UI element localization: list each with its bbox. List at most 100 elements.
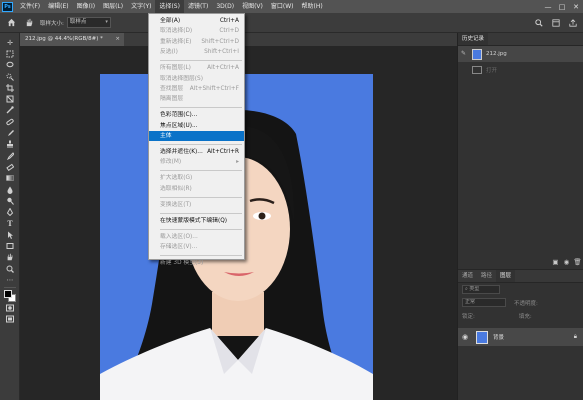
- menu-3[interactable]: 图层(L): [99, 0, 127, 13]
- search-icon[interactable]: [532, 17, 545, 30]
- history-panel-actions: ▣ ◉ 🗑: [458, 256, 583, 268]
- pen-tool-icon[interactable]: [0, 206, 20, 217]
- move-tool-icon[interactable]: ✛: [0, 37, 20, 48]
- minimize-button[interactable]: —: [541, 0, 555, 13]
- select-menu-item[interactable]: 在快速蒙版模式下编辑(Q): [149, 216, 244, 226]
- layer-kind-filter[interactable]: ⌕ 类型: [462, 285, 500, 294]
- tab-paths[interactable]: 路径: [477, 270, 496, 282]
- select-menu-item-label: 新建 3D 模型(3): [160, 260, 204, 267]
- select-menu-item[interactable]: 选择并遮住(K)... Alt+Ctrl+R: [149, 147, 244, 157]
- foreground-color-swatch[interactable]: [4, 289, 12, 298]
- rectangle-tool-icon[interactable]: [0, 240, 20, 251]
- camera-snapshot-icon[interactable]: ◉: [561, 257, 572, 267]
- home-icon[interactable]: [5, 16, 18, 29]
- close-icon[interactable]: ×: [115, 33, 120, 46]
- menu-2[interactable]: 图像(I): [73, 0, 99, 13]
- new-document-from-state-icon[interactable]: ▣: [550, 257, 561, 267]
- menu-0[interactable]: 文件(F): [16, 0, 44, 13]
- path-selection-tool-icon[interactable]: [0, 229, 20, 240]
- gradient-tool-icon[interactable]: [0, 173, 20, 184]
- select-menu-item[interactable]: 选取相似(R): [149, 184, 244, 194]
- color-swatches[interactable]: [0, 289, 20, 303]
- history-snapshot-label: 212.jpg: [486, 51, 507, 57]
- menu-9[interactable]: 窗口(W): [267, 0, 298, 13]
- select-menu-item[interactable]: 色彩范围(C)...: [149, 110, 244, 120]
- select-menu-item-label: 色彩范围(C)...: [160, 112, 198, 119]
- select-menu-item[interactable]: 存储选区(V)...: [149, 242, 244, 252]
- zoom-tool-icon[interactable]: [0, 263, 20, 274]
- menu-1[interactable]: 编辑(E): [44, 0, 72, 13]
- sample-size-select[interactable]: 取样点: [66, 17, 111, 28]
- history-brush-source-icon[interactable]: ✎: [461, 50, 466, 57]
- photoshop-logo: Ps: [2, 1, 13, 12]
- menu-5[interactable]: 选择(S): [155, 0, 184, 13]
- tab-channels[interactable]: 通道: [458, 270, 477, 282]
- document-title: 212.jpg @ 44.4%(RGB/8#) *: [25, 36, 103, 42]
- frame-tool-icon[interactable]: [0, 93, 20, 104]
- brush-tool-icon[interactable]: [0, 127, 20, 138]
- select-menu-item[interactable]: 变换选区(T): [149, 200, 244, 210]
- history-brush-tool-icon[interactable]: [0, 150, 20, 161]
- lasso-tool-icon[interactable]: [0, 60, 20, 71]
- document-tab[interactable]: 212.jpg @ 44.4%(RGB/8#) * ×: [20, 33, 124, 46]
- select-menu-item[interactable]: 全部(A) Ctrl+A: [149, 16, 244, 26]
- crop-tool-icon[interactable]: [0, 82, 20, 93]
- clone-stamp-tool-icon[interactable]: [0, 139, 20, 150]
- quick-mask-icon[interactable]: [0, 303, 20, 314]
- select-menu-dropdown: 全部(A) Ctrl+A 取消选择(D) Ctrl+D 重新选择(E) Shift+Ctr…: [148, 13, 245, 266]
- fill-label: 填充:: [518, 313, 532, 320]
- select-menu-item[interactable]: 隔离图层: [149, 94, 244, 104]
- layer-filter-row: ⌕ 类型: [458, 283, 583, 296]
- hand-icon[interactable]: [23, 16, 36, 29]
- select-menu-item[interactable]: 焦点区域(U)...: [149, 121, 244, 131]
- select-menu-item[interactable]: 取消选择图层(S): [149, 74, 244, 84]
- menu-7[interactable]: 3D(D): [212, 0, 238, 13]
- select-menu-item[interactable]: 重新选择(E) Shift+Ctrl+D: [149, 37, 244, 47]
- menu-separator: [160, 196, 242, 198]
- tab-history[interactable]: 历史记录: [458, 33, 489, 45]
- select-menu-item[interactable]: 所有图层(L) Alt+Ctrl+A: [149, 63, 244, 73]
- select-menu-item[interactable]: 新建 3D 模型(3): [149, 258, 244, 268]
- menu-10[interactable]: 帮助(H): [298, 0, 327, 13]
- select-menu-item-shortcut: Alt+Ctrl+R: [207, 149, 239, 156]
- history-step[interactable]: 打开: [458, 62, 583, 78]
- trash-icon[interactable]: 🗑: [572, 257, 583, 267]
- dodge-tool-icon[interactable]: [0, 195, 20, 206]
- menu-4[interactable]: 文字(Y): [127, 0, 155, 13]
- eraser-tool-icon[interactable]: [0, 161, 20, 172]
- window-controls: — □ ✕: [541, 0, 583, 13]
- tab-layers[interactable]: 图层: [496, 270, 516, 282]
- menu-separator: [160, 143, 242, 145]
- screen-mode-icon[interactable]: [0, 314, 20, 325]
- select-menu-item-shortcut: Ctrl+A: [219, 18, 239, 24]
- select-menu-item-label: 载入选区(O)...: [160, 233, 198, 240]
- select-menu-item[interactable]: 载入选区(O)...: [149, 232, 244, 242]
- select-menu-item[interactable]: 主体: [149, 131, 244, 142]
- select-menu-item[interactable]: 取消选择(D) Ctrl+D: [149, 26, 244, 36]
- share-icon[interactable]: [566, 17, 579, 30]
- menu-separator: [160, 228, 242, 230]
- menu-separator: [160, 212, 242, 214]
- blend-mode-select[interactable]: 正常: [462, 298, 506, 307]
- select-menu-item[interactable]: 反选(I) Shift+Ctrl+I: [149, 47, 244, 57]
- options-bar: 取样大小: 取样点: [0, 13, 583, 33]
- select-menu-item[interactable]: 修改(M) ▸: [149, 157, 244, 167]
- visibility-eye-icon[interactable]: ◉: [462, 333, 472, 341]
- quick-selection-tool-icon[interactable]: [0, 71, 20, 82]
- maximize-button[interactable]: □: [555, 0, 569, 13]
- type-tool-icon[interactable]: T: [0, 218, 20, 229]
- menu-8[interactable]: 视图(V): [238, 0, 267, 13]
- close-button[interactable]: ✕: [569, 0, 583, 13]
- hand-tool-icon[interactable]: [0, 252, 20, 263]
- spot-healing-tool-icon[interactable]: [0, 116, 20, 127]
- workspace-icon[interactable]: [549, 17, 562, 30]
- select-menu-item[interactable]: 扩大选取(G): [149, 173, 244, 183]
- menu-6[interactable]: 滤镜(T): [184, 0, 212, 13]
- select-menu-item[interactable]: 查找图层 Alt+Shift+Ctrl+F: [149, 84, 244, 94]
- eyedropper-tool-icon[interactable]: [0, 105, 20, 116]
- blur-tool-icon[interactable]: [0, 184, 20, 195]
- more-tools-icon[interactable]: ⋯: [0, 274, 20, 285]
- marquee-tool-icon[interactable]: [0, 48, 20, 59]
- layer-row-background[interactable]: ◉ 背景 🔒︎: [458, 328, 583, 346]
- history-snapshot[interactable]: ✎ 212.jpg: [458, 46, 583, 62]
